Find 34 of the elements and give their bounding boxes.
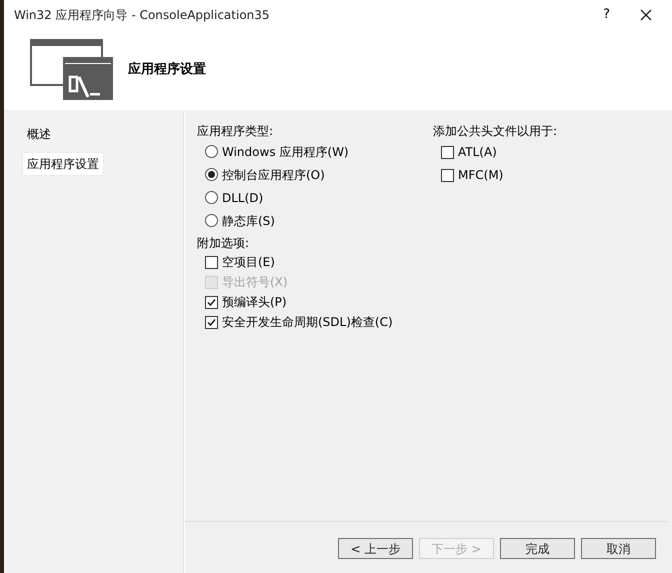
radio-button[interactable] (205, 145, 218, 158)
wizard-button[interactable]: 完成 (500, 538, 575, 559)
wizard-button[interactable]: < 上一步 (338, 538, 413, 559)
section-label: 添加公共头文件以用于: (433, 123, 558, 140)
checkbox-label: ATL(A) (458, 144, 497, 161)
checkbox[interactable] (205, 256, 218, 268)
checkbox[interactable] (441, 168, 454, 182)
radio-button[interactable] (205, 214, 218, 227)
section-label: 附加选项: (197, 235, 250, 252)
sidebar-item[interactable]: 应用程序设置 (22, 152, 104, 176)
radio-button[interactable] (205, 191, 218, 204)
checkbox-label: 安全开发生命周期(SDL)检查(C) (222, 314, 393, 331)
checkbox-label: 导出符号(X) (222, 274, 288, 291)
page-heading: 应用程序设置 (128, 60, 206, 80)
checkmark-icon (207, 318, 216, 326)
checkbox-label: MFC(M) (458, 167, 504, 184)
checkbox-label: 预编译头(P) (222, 294, 287, 311)
checkbox-label: 空项目(E) (222, 254, 275, 271)
radio-label: Windows 应用程序(W) (222, 144, 349, 160)
checkbox[interactable] (205, 316, 218, 328)
console-window-icon (30, 39, 114, 101)
radio-button[interactable] (205, 168, 218, 181)
radio-label: 静态库(S) (222, 212, 275, 230)
radio-label: DLL(D) (222, 190, 264, 206)
sidebar-item[interactable]: 概述 (22, 122, 56, 146)
checkmark-icon (207, 298, 216, 306)
section-label: 应用程序类型: (197, 123, 274, 140)
radio-label: 控制台应用程序(O) (222, 166, 325, 184)
window-title: Win32 应用程序向导 - ConsoleApplication35 (14, 7, 270, 24)
close-icon[interactable] (640, 9, 652, 21)
help-button[interactable]: ? (603, 5, 610, 25)
checkbox[interactable] (441, 146, 454, 158)
checkbox[interactable] (205, 296, 218, 308)
wizard-button[interactable]: 取消 (581, 538, 656, 559)
